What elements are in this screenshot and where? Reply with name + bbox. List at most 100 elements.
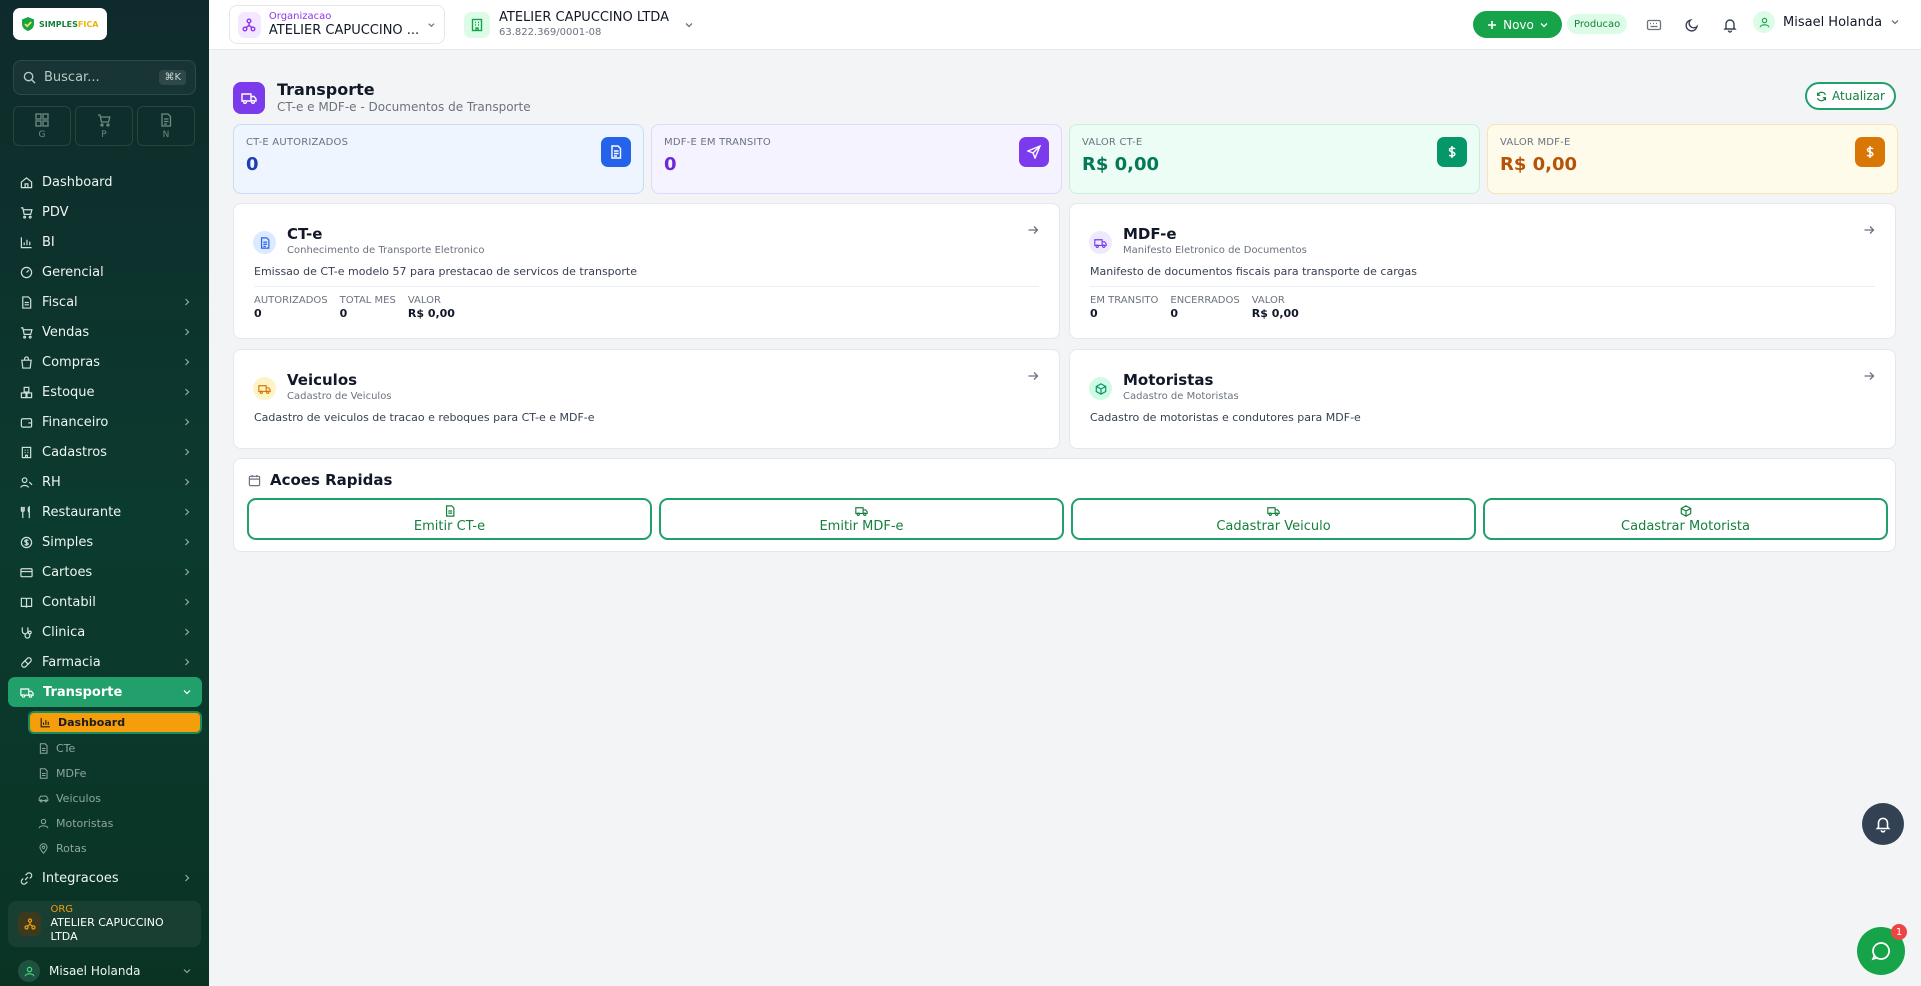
quick-tile-p[interactable]: P [75,106,133,146]
stat-value: 0 [246,154,259,175]
button-label: Emitir CT-e [413,518,486,534]
sidebar-user-menu[interactable]: Misael Holanda [8,953,201,986]
sidebar-item-integracoes[interactable]: Integracoes [8,863,202,893]
chat-button[interactable]: 1 [1857,924,1907,975]
motoristas-icon-wrap [1089,377,1112,400]
sidebar-item-contabil[interactable]: Contabil [8,587,202,617]
new-button[interactable]: Novo [1473,11,1562,38]
button-label: Cadastrar Veiculo [1216,518,1331,534]
shield-check-icon [22,17,34,31]
grid-icon [35,112,49,127]
pill-icon [21,656,32,668]
subnav-item-motoristas[interactable]: Motoristas [28,811,202,836]
register-vehicle-button[interactable]: Cadastrar Veiculo [1071,498,1476,540]
refresh-button[interactable]: Atualizar [1805,82,1896,110]
chat-badge: 1 [1891,924,1907,940]
register-driver-button[interactable]: Cadastrar Motorista [1483,498,1888,540]
sidebar-item-vendas[interactable]: Vendas [8,317,202,347]
search-input[interactable]: Buscar... ⌘K [13,60,196,95]
stat-value: R$ 0,00 [1082,154,1160,175]
subnav-item-rotas[interactable]: Rotas [28,836,202,861]
sidebar-item-clinica[interactable]: Clinica [8,617,202,647]
sidebar-item-gerencial[interactable]: Gerencial [8,257,202,287]
subnav-item-dashboard[interactable]: Dashboard [28,711,202,734]
brand-logo[interactable]: SIMPLES FICA [13,8,107,40]
sidebar-item-label: Contabil [42,594,96,610]
user-menu[interactable]: Misael Holanda [1753,11,1900,33]
cart-icon [20,326,33,339]
subnav-item-veiculos[interactable]: Veiculos [28,786,202,811]
keyboard-shortcuts-button[interactable] [1643,14,1665,36]
mdfe-icon-wrap [1089,231,1112,254]
sidebar-item-label: Estoque [42,384,95,400]
sidebar-item-simples[interactable]: Simples [8,527,202,557]
emit-cte-button[interactable]: Emitir CT-e [247,498,652,540]
org-icon [18,912,42,936]
sidebar-item-dashboard[interactable]: Dashboard [8,167,202,197]
avatar [18,960,40,982]
arrow-right-icon[interactable] [1027,224,1039,236]
sidebar-item-label: Vendas [42,324,90,340]
dollar-circle-icon [20,536,33,548]
chevron-right-icon [185,508,190,516]
subnav-item-mdfe[interactable]: MDFe [28,761,202,786]
sidebar-item-bi[interactable]: BI [8,227,202,257]
sidebar-item-pdv[interactable]: PDV [8,197,202,227]
cart-icon [98,113,111,127]
sidebar: SIMPLES FICA Buscar... ⌘K G P N Dashboar… [0,0,209,986]
org-selector-label: Organizacao [268,10,332,22]
chat-icon [1871,942,1890,961]
arrow-right-icon[interactable] [1863,370,1875,382]
file-icon [39,768,48,779]
utensils-icon [20,505,30,518]
theme-toggle-button[interactable] [1681,14,1703,36]
emit-mdfe-button[interactable]: Emitir MDF-e [659,498,1064,540]
arrow-right-icon[interactable] [1863,224,1875,236]
metric-label: VALOR [1251,295,1285,306]
arrow-right-icon[interactable] [1027,370,1039,382]
chevron-right-icon [185,298,190,306]
boxes-icon [20,386,33,398]
motoristas-card[interactable]: Motoristas Cadastro de Motoristas Cadast… [1069,349,1896,449]
wallet-icon [20,417,33,428]
metric-value: 0 [339,307,348,320]
sidebar-item-cartoes[interactable]: Cartoes [8,557,202,587]
home-icon [20,176,33,188]
sidebar-item-estoque[interactable]: Estoque [8,377,202,407]
subnav-item-cte[interactable]: CTe [28,736,202,761]
stat-value: 0 [664,154,677,175]
cte-card[interactable]: CT-e Conhecimento de Transporte Eletroni… [233,203,1060,339]
sidebar-org-switcher[interactable]: ORG ATELIER CAPUCCINO LTDA [8,901,201,947]
sidebar-item-transporte[interactable]: Transporte [8,677,202,707]
mdfe-card[interactable]: MDF-e Manifesto Eletronico de Documentos… [1069,203,1896,339]
sidebar-item-cadastros[interactable]: Cadastros [8,437,202,467]
sidebar-item-label: Transporte [43,684,123,700]
quick-tile-n[interactable]: N [137,106,195,146]
moon-icon [1685,18,1699,32]
sidebar-item-label: Dashboard [42,174,113,190]
sidebar-item-fiscal[interactable]: Fiscal [8,287,202,317]
organization-selector[interactable]: Organizacao ATELIER CAPUCCINO ... [229,5,445,44]
sidebar-item-compras[interactable]: Compras [8,347,202,377]
sidebar-item-label: Gerencial [42,264,104,280]
chevron-right-icon [185,418,190,426]
search-shortcut: ⌘K [159,70,186,85]
notifications-button[interactable] [1719,14,1741,36]
sidebar-item-rh[interactable]: RH [8,467,202,497]
veiculos-card[interactable]: Veiculos Cadastro de Veiculos Cadastro d… [233,349,1060,449]
sidebar-item-financeiro[interactable]: Financeiro [8,407,202,437]
stat-label: MDF-E EM TRANSITO [664,137,771,148]
sidebar-item-label: Farmacia [42,654,101,670]
page-header: Transporte CT-e e MDF-e - Documentos de … [233,80,531,116]
quick-tile-g[interactable]: G [13,106,71,146]
bar-chart-icon [20,236,32,248]
floating-notifications-button[interactable] [1862,803,1904,845]
metric-in-transit: EM TRANSITO 0 [1090,294,1158,321]
sidebar-item-farmacia[interactable]: Farmacia [8,647,202,677]
document-icon [611,145,622,159]
user-icon [1759,17,1769,27]
chevron-right-icon [185,448,190,456]
company-selector[interactable]: ATELIER CAPUCCINO LTDA 63.822.369/0001-0… [464,5,704,44]
user-icon [24,966,34,976]
sidebar-item-restaurante[interactable]: Restaurante [8,497,202,527]
